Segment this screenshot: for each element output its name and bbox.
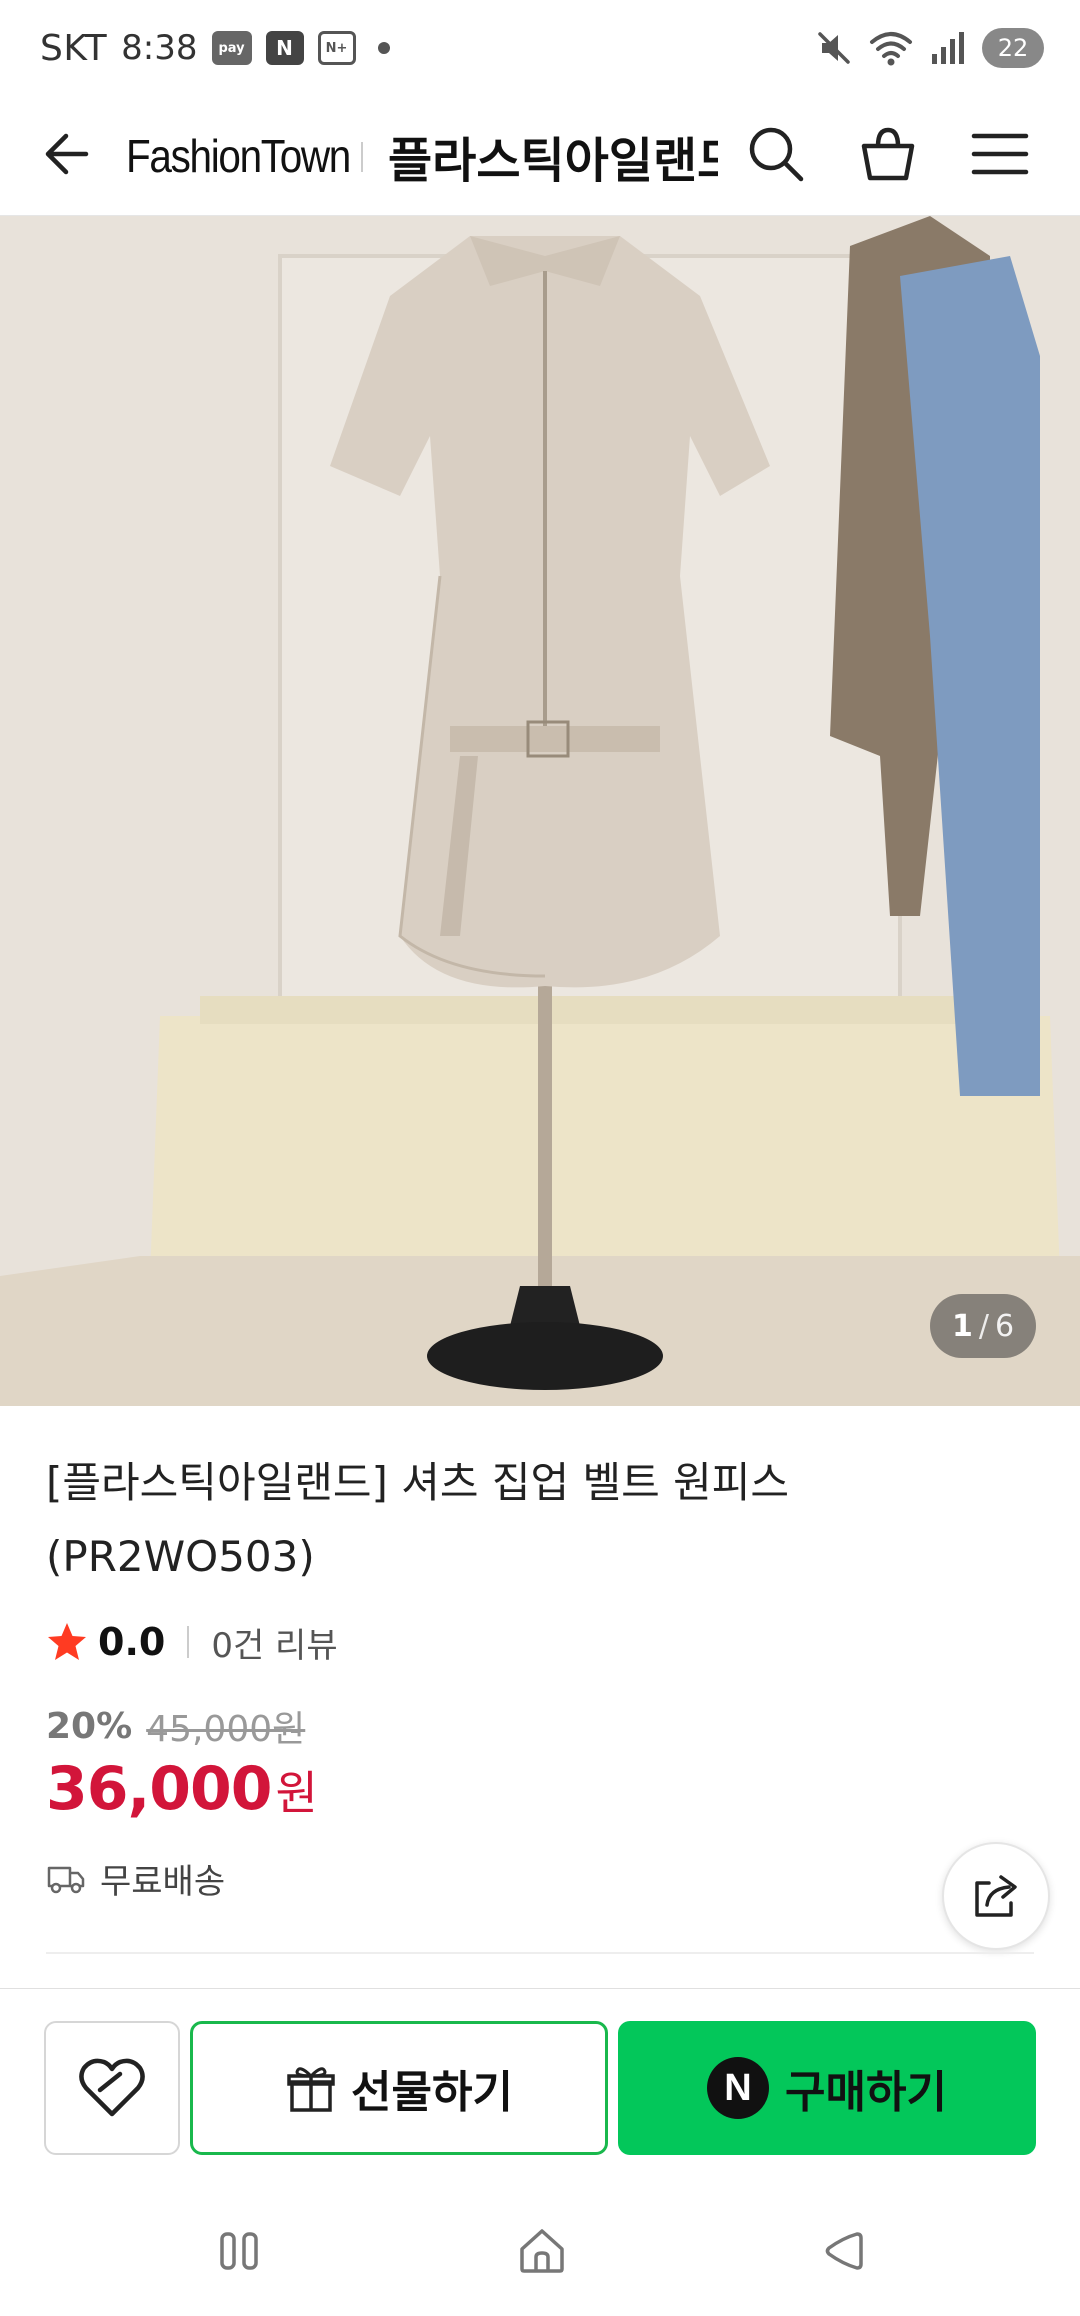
product-image-carousel[interactable]: 1 / 6 (0, 216, 1080, 1406)
shipping-label: 무료배송 (100, 1861, 226, 1902)
gift-icon (287, 2067, 335, 2112)
product-page: SKT 8:38 pay N N+ 22 FashionTown 플라스틱아일랜… (0, 0, 1080, 2316)
heart-icon (79, 2058, 145, 2117)
discount-rate: 20% (46, 1705, 133, 1747)
carrier-label: SKT (40, 27, 108, 69)
top-app-bar: FashionTown 플라스틱아일랜드 (0, 96, 1080, 216)
page-title: 플라스틱아일랜드 (388, 133, 718, 189)
section-divider (46, 1952, 1034, 1954)
battery-level: 22 (982, 28, 1044, 68)
image-counter-total: 6 (994, 1308, 1015, 1344)
system-navigation-bar (0, 2176, 1080, 2316)
recent-apps-button[interactable] (200, 2216, 280, 2286)
original-price: 45,000원 (146, 1709, 306, 1750)
status-bar-right: 22 (814, 24, 1044, 72)
image-counter-separator: / (978, 1308, 989, 1344)
naver-app-icon: N (265, 31, 304, 65)
sale-price-currency: 원 (275, 1766, 318, 1820)
signal-icon (932, 32, 964, 64)
notification-dot-icon (377, 42, 390, 54)
sale-price-amount: 36,000 (46, 1754, 273, 1824)
rating-score: 0.0 (98, 1620, 166, 1664)
home-icon (520, 2229, 564, 2273)
gift-button[interactable]: 선물하기 (190, 2021, 608, 2155)
product-title: [플라스틱아일랜드] 셔츠 집업 벨트 원피스 (PR2WO503) (46, 1458, 790, 1581)
back-button[interactable] (804, 2216, 884, 2286)
mute-icon (818, 32, 850, 64)
wishlist-button[interactable] (44, 2021, 180, 2155)
back-nav-icon (825, 2232, 863, 2270)
shopping-bag-icon[interactable] (856, 122, 920, 186)
header-separator (361, 142, 363, 172)
search-icon[interactable] (744, 122, 808, 186)
status-bar-left: SKT 8:38 pay N N+ (40, 26, 390, 70)
share-button[interactable] (942, 1842, 1050, 1950)
back-arrow-icon[interactable] (36, 122, 100, 186)
rating-row[interactable]: 0.0 0건 리뷰 (46, 1612, 338, 1672)
recent-apps-icon (220, 2232, 258, 2270)
truck-icon (47, 1866, 85, 1894)
naver-n-icon: N (707, 2057, 770, 2119)
discount-row: 20% 45,000원 (46, 1700, 305, 1752)
buy-button[interactable]: N 구매하기 (618, 2021, 1036, 2155)
brand-logo[interactable]: FashionTown (126, 116, 351, 196)
review-count-link[interactable]: 0건 리뷰 (211, 1618, 337, 1667)
image-counter-current: 1 (951, 1308, 973, 1344)
status-bar: SKT 8:38 pay N N+ 22 (0, 0, 1080, 96)
purchase-action-bar: 선물하기 N 구매하기 (0, 1988, 1080, 2176)
pay-app-icon: pay (211, 31, 252, 65)
hamburger-menu-icon[interactable] (968, 122, 1032, 186)
share-icon (975, 1875, 1017, 1917)
home-button[interactable] (502, 2216, 582, 2286)
gift-button-label: 선물하기 (351, 2067, 513, 2118)
shipping-info: 무료배송 (46, 1852, 225, 1904)
rating-divider (187, 1626, 190, 1658)
product-photo (0, 216, 1080, 1406)
clock: 8:38 (121, 28, 198, 68)
image-counter: 1 / 6 (930, 1294, 1036, 1358)
sale-price: 36,000 원 (46, 1754, 318, 1834)
buy-button-label: 구매하기 (785, 2067, 947, 2118)
wifi-icon (870, 32, 912, 66)
naver-plus-app-icon: N+ (317, 31, 356, 65)
star-icon (48, 1623, 86, 1660)
